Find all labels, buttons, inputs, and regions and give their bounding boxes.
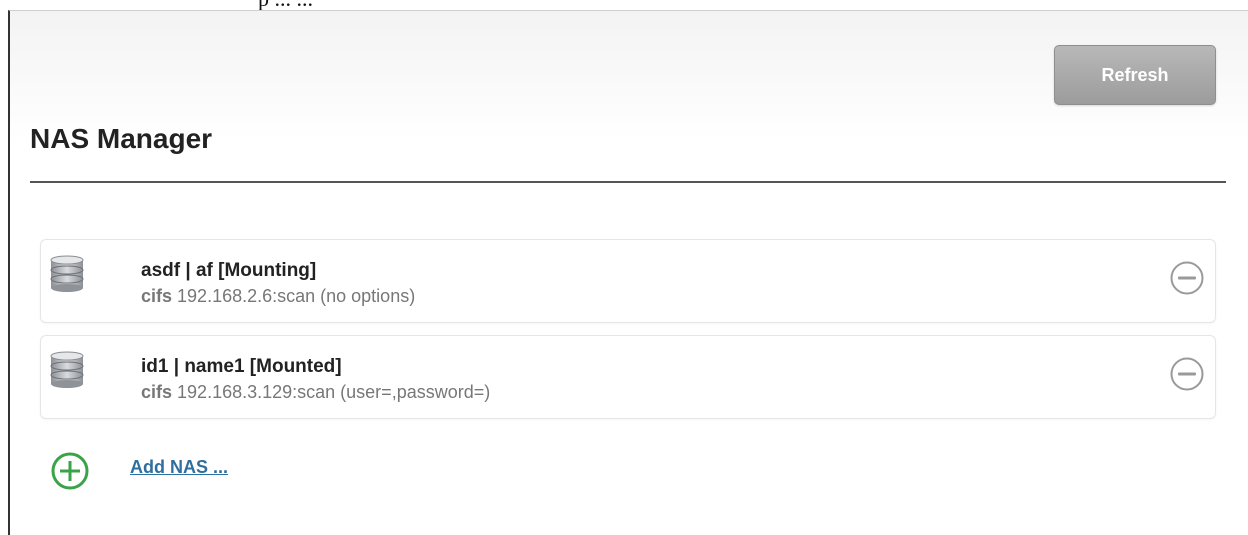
nas-item-address: 192.168.3.129:scan (user=,password=)	[172, 382, 491, 402]
database-icon	[50, 351, 84, 388]
nas-item-detail: cifs 192.168.2.6:scan (no options)	[141, 286, 415, 307]
nas-item-protocol: cifs	[141, 382, 173, 402]
nas-item-protocol: cifs	[141, 286, 173, 306]
remove-nas-button[interactable]	[1169, 356, 1205, 392]
nas-item: id1 | name1 [Mounted] cifs 192.168.3.129…	[40, 335, 1216, 419]
nas-list: asdf | af [Mounting] cifs 192.168.2.6:sc…	[40, 239, 1216, 431]
title-divider	[30, 181, 1226, 183]
nas-item-address: 192.168.2.6:scan (no options)	[172, 286, 416, 306]
nas-item-name: asdf | af [Mounting]	[141, 260, 317, 281]
plus-circle-icon[interactable]	[50, 451, 90, 491]
nas-item-name: id1 | name1 [Mounted]	[141, 356, 342, 377]
page-title: NAS Manager	[30, 123, 213, 154]
nas-item-detail: cifs 192.168.3.129:scan (user=,password=…	[141, 382, 490, 403]
nas-manager-panel: Refresh NAS Manager asdf | af [Mounting]	[8, 10, 1248, 535]
refresh-button[interactable]: Refresh	[1054, 45, 1216, 105]
nas-item: asdf | af [Mounting] cifs 192.168.2.6:sc…	[40, 239, 1216, 323]
database-icon	[50, 255, 84, 292]
add-nas-link[interactable]: Add NAS ...	[130, 457, 228, 478]
remove-nas-button[interactable]	[1169, 260, 1205, 296]
